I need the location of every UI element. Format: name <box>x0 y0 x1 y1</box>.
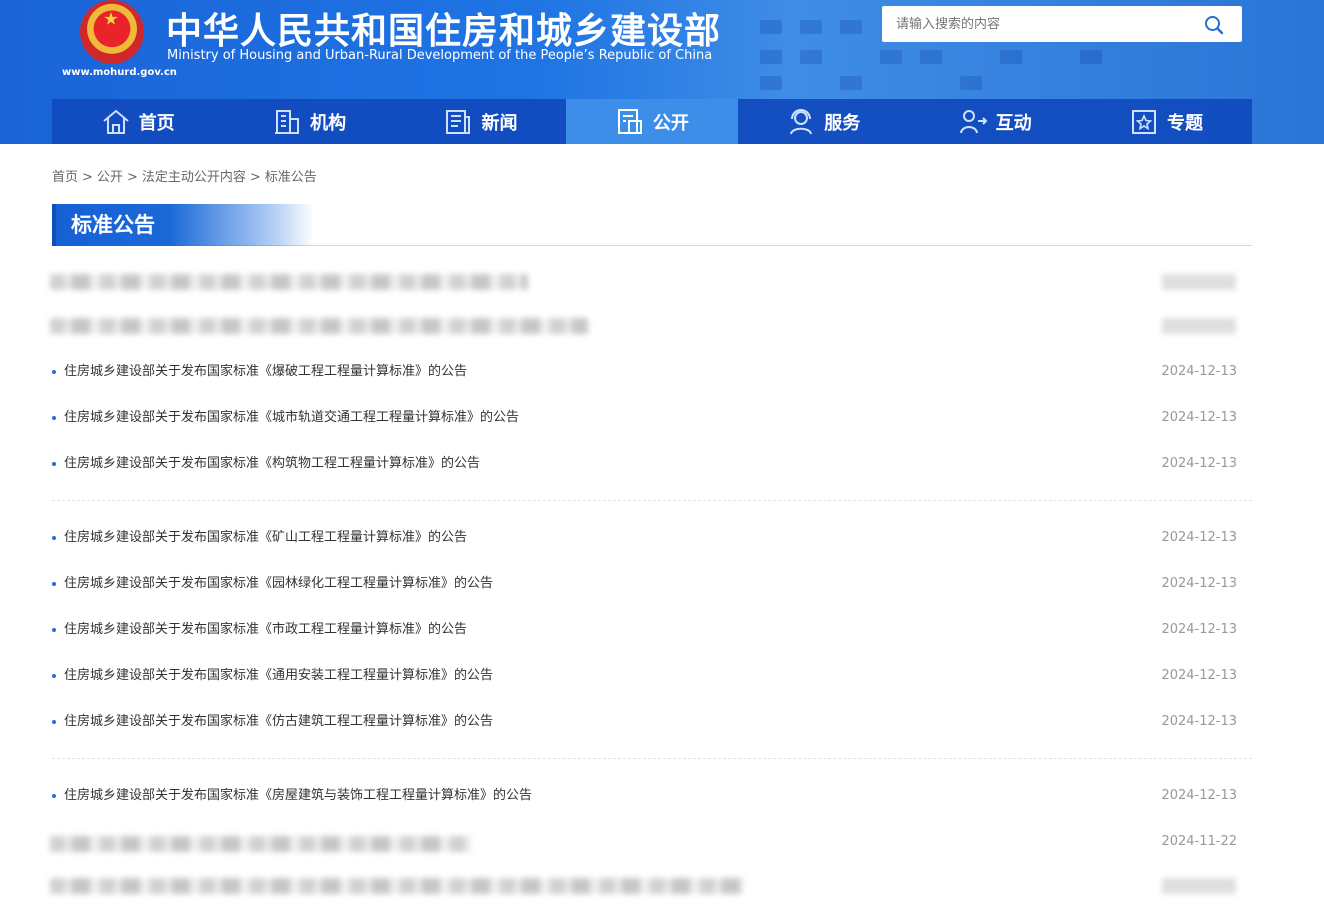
nav-news[interactable]: 新闻 <box>395 99 566 144</box>
breadcrumb-separator: > <box>126 170 138 185</box>
breadcrumb-current: 标准公告 <box>264 170 317 185</box>
nav-disclosure[interactable]: 公开 <box>566 99 738 144</box>
bullet-dot <box>52 370 56 374</box>
list-item: 住房城乡建设部关于发布国家标准《爆破工程工程量计算标准》的公告 2024-12-… <box>52 361 1237 383</box>
list-item-date: 2024-12-13 <box>1161 668 1237 683</box>
list-item-link[interactable]: 住房城乡建设部关于发布国家标准《市政工程工程量计算标准》的公告 <box>64 619 467 641</box>
breadcrumb: 首页 > 公开 > 法定主动公开内容 > 标准公告 <box>52 166 317 185</box>
redacted-list-item <box>50 878 744 894</box>
redacted-list-item <box>50 274 528 290</box>
nav-interaction-label: 互动 <box>995 112 1032 134</box>
header-banner: www.mohurd.gov.cn 中华人民共和国住房和城乡建设部 Minist… <box>0 0 1324 144</box>
bullet-dot <box>52 794 56 798</box>
list-item-link[interactable]: 住房城乡建设部关于发布国家标准《仿古建筑工程工程量计算标准》的公告 <box>64 711 493 733</box>
list-item: 住房城乡建设部关于发布国家标准《房屋建筑与装饰工程工程量计算标准》的公告 202… <box>52 785 1237 807</box>
bullet-dot <box>52 462 56 466</box>
section-header: 标准公告 <box>52 204 1252 246</box>
nav-topic-label: 专题 <box>1167 112 1204 134</box>
list-item: 住房城乡建设部关于发布国家标准《仿古建筑工程工程量计算标准》的公告 2024-1… <box>52 711 1237 733</box>
service-icon <box>790 108 813 134</box>
list-item: 住房城乡建设部关于发布国家标准《构筑物工程工程量计算标准》的公告 2024-12… <box>52 453 1237 475</box>
bullet-dot <box>52 582 56 586</box>
list-item-link[interactable]: 住房城乡建设部关于发布国家标准《矿山工程工程量计算标准》的公告 <box>64 527 467 549</box>
list-item: 住房城乡建设部关于发布国家标准《市政工程工程量计算标准》的公告 2024-12-… <box>52 619 1237 641</box>
search-input[interactable] <box>896 6 1186 42</box>
breadcrumb-home[interactable]: 首页 <box>52 170 78 185</box>
list-item: 住房城乡建设部关于发布国家标准《通用安装工程工程量计算标准》的公告 2024-1… <box>52 665 1237 687</box>
nav-organization-label: 机构 <box>310 112 347 134</box>
nav-topic[interactable]: 专题 <box>1080 99 1251 144</box>
nav-disclosure-label: 公开 <box>652 112 689 134</box>
bullet-dot <box>52 674 56 678</box>
redacted-date <box>1162 878 1236 894</box>
list-item: 住房城乡建设部关于发布国家标准《城市轨道交通工程工程量计算标准》的公告 2024… <box>52 407 1237 429</box>
breadcrumb-disclosure[interactable]: 公开 <box>97 170 123 185</box>
breadcrumb-separator: > <box>82 170 93 185</box>
site-url: www.mohurd.gov.cn <box>62 67 177 78</box>
national-emblem-logo[interactable] <box>80 0 144 64</box>
group-divider <box>52 758 1252 759</box>
redacted-date <box>1162 274 1236 290</box>
list-item-date: 2024-12-13 <box>1161 456 1237 471</box>
list-item-date: 2024-12-13 <box>1161 364 1237 379</box>
list-item-date: 2024-12-13 <box>1161 622 1237 637</box>
nav-organization[interactable]: 机构 <box>223 99 394 144</box>
nav-interaction[interactable]: 互动 <box>909 99 1080 144</box>
section-title: 标准公告 <box>52 204 314 246</box>
list-item-date: 2024-12-13 <box>1161 788 1237 803</box>
list-item-date: 2024-12-13 <box>1161 576 1237 591</box>
group-divider <box>52 500 1252 501</box>
nav-news-label: 新闻 <box>481 112 518 134</box>
nav-home[interactable]: 首页 <box>52 99 223 144</box>
home-icon <box>103 109 129 134</box>
bullet-dot <box>52 628 56 632</box>
nav-service[interactable]: 服务 <box>738 99 909 144</box>
topic-icon <box>1132 109 1157 134</box>
nav-home-label: 首页 <box>138 112 175 134</box>
list-item-date-row: 2024-11-22 <box>52 831 1237 853</box>
site-title-en: Ministry of Housing and Urban-Rural Deve… <box>167 48 713 63</box>
bullet-dot <box>52 720 56 724</box>
nav-service-label: 服务 <box>824 112 861 134</box>
breadcrumb-separator: > <box>249 170 261 185</box>
search-box <box>882 6 1242 42</box>
list-item-link[interactable]: 住房城乡建设部关于发布国家标准《通用安装工程工程量计算标准》的公告 <box>64 665 493 687</box>
list-item: 住房城乡建设部关于发布国家标准《矿山工程工程量计算标准》的公告 2024-12-… <box>52 527 1237 549</box>
list-item-date: 2024-12-13 <box>1161 410 1237 425</box>
redacted-list-item <box>50 318 588 334</box>
list-item-link[interactable]: 住房城乡建设部关于发布国家标准《构筑物工程工程量计算标准》的公告 <box>64 453 480 475</box>
list-item-date: 2024-12-13 <box>1161 714 1237 729</box>
bullet-dot <box>52 416 56 420</box>
interaction-icon <box>959 109 988 133</box>
list-item-link[interactable]: 住房城乡建设部关于发布国家标准《园林绿化工程工程量计算标准》的公告 <box>64 573 493 595</box>
disclosure-icon <box>617 108 642 134</box>
bullet-dot <box>52 536 56 540</box>
news-icon <box>446 109 471 134</box>
search-icon[interactable] <box>1204 15 1224 35</box>
list-item-link[interactable]: 住房城乡建设部关于发布国家标准《房屋建筑与装饰工程工程量计算标准》的公告 <box>64 785 532 807</box>
list-item-link[interactable]: 住房城乡建设部关于发布国家标准《城市轨道交通工程工程量计算标准》的公告 <box>64 407 519 429</box>
list-item-link[interactable]: 住房城乡建设部关于发布国家标准《爆破工程工程量计算标准》的公告 <box>64 361 467 383</box>
list-item: 住房城乡建设部关于发布国家标准《园林绿化工程工程量计算标准》的公告 2024-1… <box>52 573 1237 595</box>
list-item-date: 2024-12-13 <box>1161 530 1237 545</box>
breadcrumb-statutory-content[interactable]: 法定主动公开内容 <box>142 170 246 185</box>
main-nav: 首页 机构 新闻 公开 服务 互动 专题 <box>52 99 1252 144</box>
site-title-cn[interactable]: 中华人民共和国住房和城乡建设部 <box>166 2 721 54</box>
building-icon <box>275 109 300 134</box>
redacted-date <box>1162 318 1236 334</box>
list-item-date: 2024-11-22 <box>1161 834 1237 849</box>
